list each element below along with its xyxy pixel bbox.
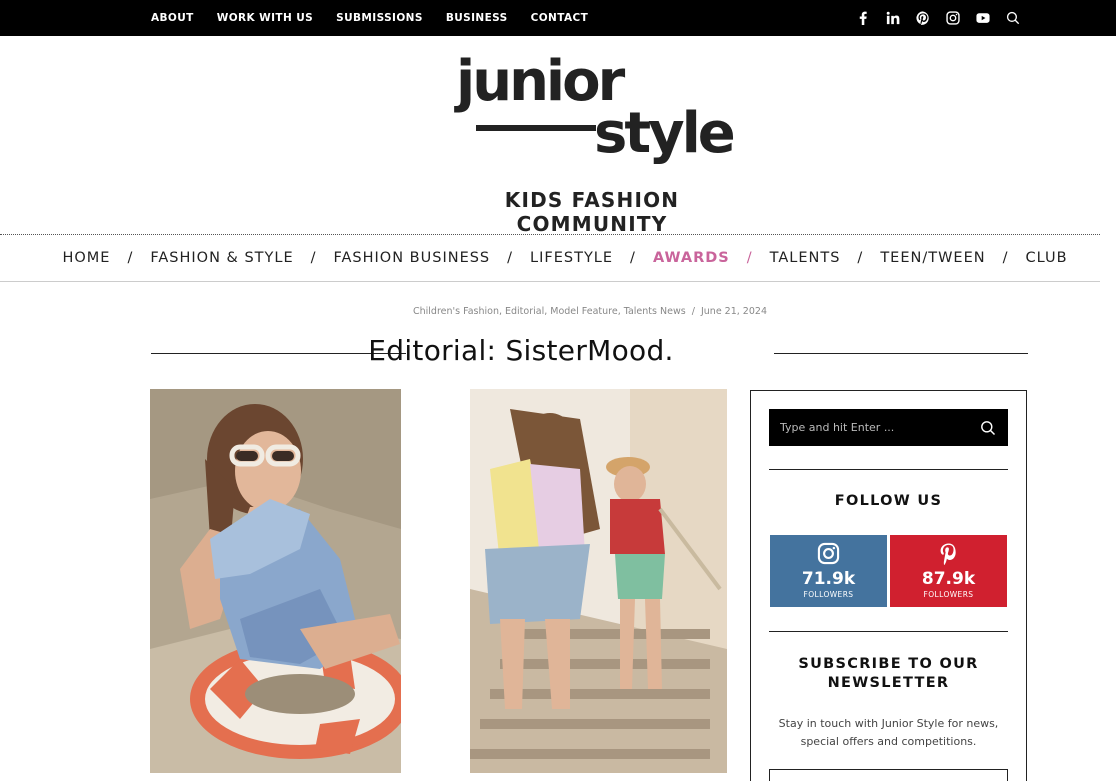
article-image-1[interactable] bbox=[150, 389, 401, 773]
logo-tagline: KIDS FASHION COMMUNITY bbox=[504, 188, 680, 236]
pinterest-label: FOLLOWERS bbox=[923, 590, 974, 599]
top-link-submissions[interactable]: SUBMISSIONS bbox=[336, 12, 423, 24]
nav-separator: / bbox=[1002, 250, 1009, 266]
pinterest-icon[interactable] bbox=[915, 10, 931, 26]
article-date: June 21, 2024 bbox=[700, 306, 767, 317]
newsletter-text-line1: Stay in touch with Junior Style for news… bbox=[778, 717, 999, 730]
nav-separator: / bbox=[857, 250, 864, 266]
meta-separator: / bbox=[688, 306, 701, 317]
nav-item-fashion-style[interactable]: FASHION & STYLE bbox=[150, 250, 293, 266]
newsletter-heading-line1: SUBSCRIBE TO OUR bbox=[798, 656, 979, 672]
nav-separator: / bbox=[127, 250, 134, 266]
nav-item-club[interactable]: CLUB bbox=[1025, 250, 1067, 266]
nav-item-awards[interactable]: AWARDS bbox=[653, 250, 730, 266]
main-nav: HOME / FASHION & STYLE / FASHION BUSINESS /… bbox=[0, 234, 1100, 282]
search-icon[interactable] bbox=[1005, 10, 1021, 26]
sidebar-divider bbox=[769, 469, 1008, 470]
pinterest-icon bbox=[940, 543, 956, 565]
search-icon[interactable] bbox=[980, 420, 996, 436]
newsletter-text-line2: special offers and competitions. bbox=[800, 735, 977, 748]
linkedin-icon[interactable] bbox=[885, 10, 901, 26]
nav-item-teen-tween[interactable]: TEEN/TWEEN bbox=[880, 250, 985, 266]
search-input[interactable] bbox=[780, 421, 960, 434]
nav-separator: / bbox=[746, 250, 753, 266]
title-rule-right bbox=[774, 353, 1028, 354]
sidebar-divider bbox=[769, 631, 1008, 632]
nav-item-talents[interactable]: TALENTS bbox=[770, 250, 841, 266]
nav-separator: / bbox=[310, 250, 317, 266]
instagram-followers-button[interactable]: 71.9k FOLLOWERS bbox=[770, 535, 887, 607]
pinterest-followers-button[interactable]: 87.9k FOLLOWERS bbox=[890, 535, 1007, 607]
nav-item-home[interactable]: HOME bbox=[62, 250, 110, 266]
newsletter-email-field[interactable] bbox=[769, 769, 1008, 781]
logo-underline bbox=[476, 125, 596, 131]
nav-separator: / bbox=[507, 250, 514, 266]
nav-item-fashion-business[interactable]: FASHION BUSINESS bbox=[334, 250, 491, 266]
top-link-contact[interactable]: CONTACT bbox=[531, 12, 589, 24]
nav-separator: / bbox=[630, 250, 636, 266]
nav-item-lifestyle[interactable]: LIFESTYLE bbox=[530, 250, 613, 266]
logo-word-style: style bbox=[594, 101, 736, 166]
instagram-icon bbox=[817, 542, 840, 565]
article-title: Editorial: SisterMood. bbox=[368, 334, 674, 367]
sidebar-search bbox=[769, 409, 1008, 446]
instagram-count: 71.9k bbox=[801, 569, 856, 589]
facebook-icon[interactable] bbox=[855, 10, 871, 26]
follow-us-heading: FOLLOW US bbox=[834, 493, 943, 509]
top-nav: ABOUT WORK WITH US SUBMISSIONS BUSINESS … bbox=[151, 0, 588, 36]
instagram-label: FOLLOWERS bbox=[803, 590, 854, 599]
youtube-icon[interactable] bbox=[975, 10, 991, 26]
top-link-business[interactable]: BUSINESS bbox=[446, 12, 508, 24]
article-meta: Children's Fashion, Editorial, Model Fea… bbox=[0, 306, 1116, 317]
site-logo[interactable]: junior style KIDS FASHION COMMUNITY bbox=[436, 54, 748, 237]
top-link-work-with-us[interactable]: WORK WITH US bbox=[217, 12, 313, 24]
sidebar: FOLLOW US 71.9k FOLLOWERS 87.9k FOLLOWER… bbox=[750, 390, 1027, 781]
article-categories[interactable]: Children's Fashion, Editorial, Model Fea… bbox=[413, 306, 686, 317]
pinterest-count: 87.9k bbox=[921, 569, 976, 589]
social-links bbox=[855, 0, 1021, 36]
newsletter-heading-line2: NEWSLETTER bbox=[827, 675, 950, 691]
instagram-icon[interactable] bbox=[945, 10, 961, 26]
top-link-about[interactable]: ABOUT bbox=[151, 12, 194, 24]
stairs-girls-illustration bbox=[470, 389, 727, 773]
beach-girl-illustration bbox=[150, 389, 401, 773]
top-bar: ABOUT WORK WITH US SUBMISSIONS BUSINESS … bbox=[0, 0, 1116, 36]
article-image-2[interactable] bbox=[470, 389, 727, 773]
article-title-row: Editorial: SisterMood. bbox=[151, 334, 1028, 372]
